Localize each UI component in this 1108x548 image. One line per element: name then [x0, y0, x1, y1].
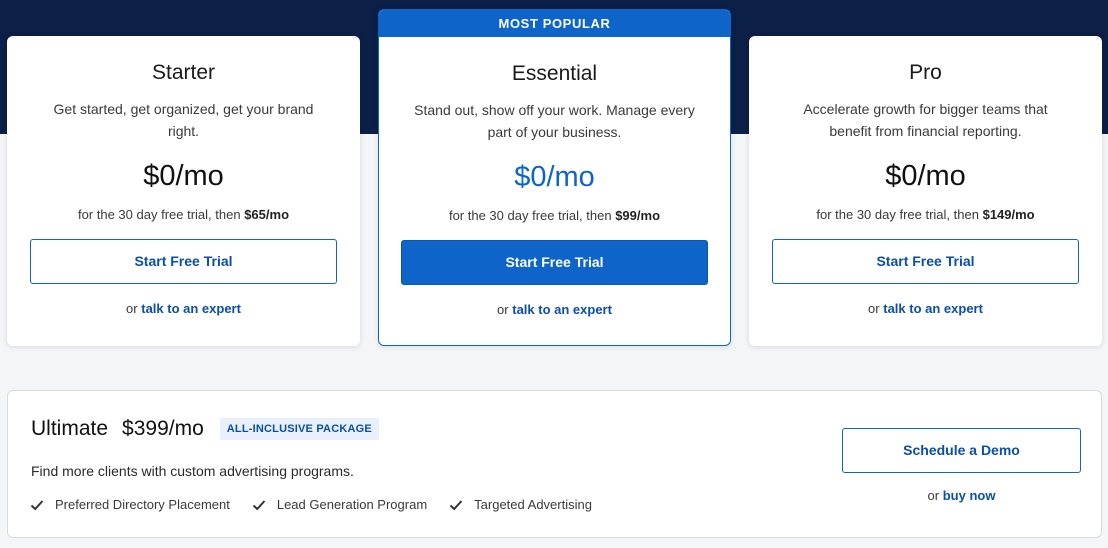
expert-line: or talk to an expert: [126, 301, 241, 316]
plan-name: Starter: [151, 61, 216, 84]
plan-trial-price: $149/mo: [982, 207, 1035, 222]
start-free-trial-button[interactable]: Start Free Trial: [401, 240, 708, 285]
plan-price: $399/mo: [122, 417, 204, 440]
plan-trial-note: for the 30 day free trial, then $99/mo: [448, 208, 661, 223]
buy-now-link[interactable]: buy now: [943, 488, 996, 503]
feature-item: Lead Generation Program: [252, 497, 427, 512]
plan-trial-note: for the 30 day free trial, then $149/mo: [816, 207, 1035, 222]
buy-now-line: or buy now: [927, 488, 996, 503]
expert-line: or talk to an expert: [868, 301, 983, 316]
plan-card-pro: Pro Accelerate growth for bigger teams t…: [749, 36, 1102, 346]
plan-trial-note: for the 30 day free trial, then $65/mo: [77, 207, 290, 222]
all-inclusive-badge: ALL-INCLUSIVE PACKAGE: [219, 418, 379, 440]
start-free-trial-button[interactable]: Start Free Trial: [30, 239, 337, 284]
ultimate-title-row: Ultimate $399/mo ALL-INCLUSIVE PACKAGE: [31, 417, 379, 441]
most-popular-badge: MOST POPULAR: [379, 10, 730, 37]
plan-trial-price: $99/mo: [615, 208, 661, 223]
feature-label: Lead Generation Program: [276, 497, 428, 512]
plan-description: Stand out, show off your work. Manage ev…: [414, 102, 695, 140]
plan-price: $0/mo: [143, 160, 224, 192]
plan-card-starter: Starter Get started, get organized, get …: [7, 36, 360, 346]
expert-line: or talk to an expert: [497, 302, 612, 317]
plan-name: Ultimate: [31, 417, 109, 440]
plan-card-essential: MOST POPULAR Essential Stand out, show o…: [378, 9, 731, 346]
plan-card-ultimate: Ultimate $399/mo ALL-INCLUSIVE PACKAGE F…: [7, 390, 1102, 538]
talk-to-expert-link[interactable]: talk to an expert: [883, 301, 983, 316]
talk-to-expert-link[interactable]: talk to an expert: [512, 302, 612, 317]
feature-label: Preferred Directory Placement: [55, 497, 230, 512]
plan-description: Find more clients with custom advertisin…: [31, 463, 354, 479]
feature-list: Preferred Directory Placement Lead Gener…: [30, 497, 614, 512]
plan-description: Get started, get organized, get your bra…: [53, 101, 314, 139]
plan-price: $0/mo: [514, 161, 595, 193]
feature-item: Targeted Advertising: [449, 497, 592, 512]
start-free-trial-button[interactable]: Start Free Trial: [772, 239, 1079, 284]
feature-label: Targeted Advertising: [474, 497, 592, 512]
plan-trial-price: $65/mo: [244, 207, 290, 222]
feature-item: Preferred Directory Placement: [30, 497, 230, 512]
check-icon: [252, 499, 266, 510]
talk-to-expert-link[interactable]: talk to an expert: [141, 301, 241, 316]
schedule-demo-button[interactable]: Schedule a Demo: [842, 428, 1081, 473]
check-icon: [30, 499, 44, 510]
plan-description: Accelerate growth for bigger teams that …: [803, 101, 1048, 139]
plan-price: $0/mo: [885, 160, 966, 192]
check-icon: [449, 499, 463, 510]
plan-name: Essential: [511, 62, 598, 85]
plan-name: Pro: [909, 61, 942, 84]
